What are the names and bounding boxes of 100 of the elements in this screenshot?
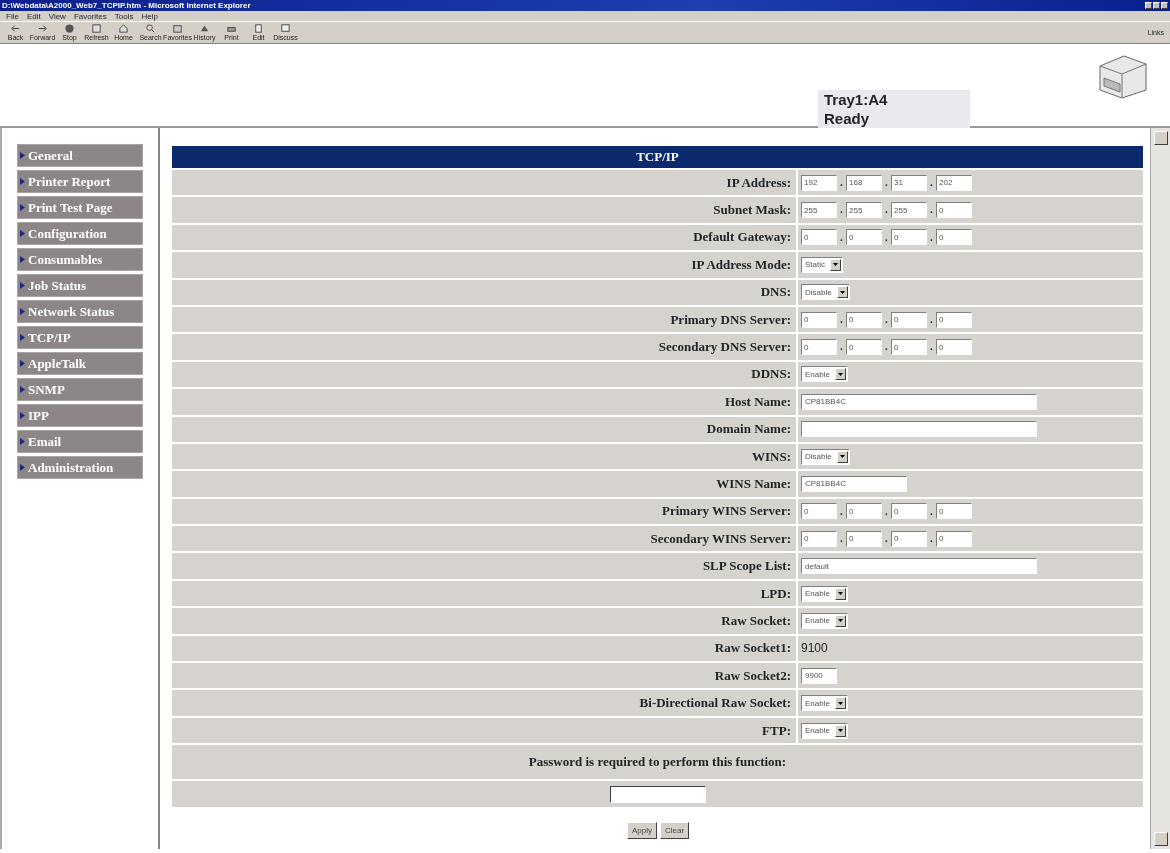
text-field[interactable]: 9900: [801, 667, 837, 684]
field-label: Secondary DNS Server:: [172, 334, 798, 360]
octet-field[interactable]: 0: [936, 311, 972, 328]
octet-separator: .: [929, 313, 934, 325]
octet-separator: .: [839, 176, 844, 188]
octet-separator: .: [839, 532, 844, 544]
minimize-button[interactable]: [1145, 2, 1152, 9]
octet-field[interactable]: 0: [891, 530, 927, 547]
octet-field[interactable]: 0: [936, 503, 972, 520]
octet-field[interactable]: 255: [891, 202, 927, 219]
octet-field[interactable]: 0: [936, 202, 972, 219]
triangle-icon: [20, 204, 25, 211]
octet-field[interactable]: 31: [891, 174, 927, 191]
caret-icon: [837, 372, 843, 376]
sidebar-item[interactable]: Job Status: [17, 274, 143, 297]
maximize-button[interactable]: [1153, 2, 1160, 9]
form-button[interactable]: Clear: [659, 822, 690, 840]
field-label: Secondary WINS Server:: [172, 526, 798, 552]
octet-field[interactable]: 192: [801, 174, 837, 191]
menu-item[interactable]: Edit: [26, 11, 41, 21]
form-button[interactable]: Apply: [626, 822, 657, 840]
octet-field[interactable]: 0: [801, 339, 837, 356]
text-field[interactable]: [801, 421, 1037, 438]
form-title: TCP/IP: [172, 146, 1143, 168]
octet-field[interactable]: 0: [846, 311, 882, 328]
sidebar-item[interactable]: AppleTalk: [17, 352, 143, 375]
octet-field[interactable]: 0: [801, 530, 837, 547]
dropdown[interactable]: Disable: [801, 448, 850, 465]
sidebar-item[interactable]: Configuration: [17, 222, 143, 245]
octet-separator: .: [839, 204, 844, 216]
password-field[interactable]: [609, 785, 706, 803]
field-label: Default Gateway:: [172, 224, 798, 251]
text-field[interactable]: CP81BB4C: [801, 476, 907, 492]
octet-separator: .: [929, 176, 934, 188]
close-button[interactable]: [1161, 2, 1168, 9]
dropdown[interactable]: Enable: [801, 722, 848, 739]
sidebar-item[interactable]: SNMP: [17, 378, 143, 401]
octet-field[interactable]: 0: [936, 339, 972, 356]
dropdown[interactable]: Enable: [801, 366, 848, 383]
octet-field[interactable]: 0: [801, 503, 837, 520]
field-label: WINS Name:: [172, 471, 798, 497]
dropdown[interactable]: Disable: [801, 284, 850, 301]
octet-field[interactable]: 0: [846, 339, 882, 356]
caret-icon: [837, 592, 843, 596]
octet-field[interactable]: 0: [801, 229, 837, 246]
octet-field[interactable]: 168: [846, 174, 882, 191]
vertical-scrollbar[interactable]: [1150, 128, 1170, 849]
menu-item[interactable]: Tools: [114, 11, 134, 21]
dropdown[interactable]: Enable: [801, 612, 848, 629]
octet-separator: .: [884, 341, 889, 353]
dropdown[interactable]: Enable: [801, 585, 848, 602]
password-prompt: Password is required to perform this function:: [528, 754, 787, 770]
octet-field[interactable]: 255: [846, 202, 882, 219]
sidebar-item[interactable]: Consumables: [17, 248, 143, 271]
sidebar-item[interactable]: Administration: [17, 456, 143, 479]
octet-field[interactable]: 0: [846, 530, 882, 547]
field-label: DNS:: [172, 279, 798, 305]
menu-item[interactable]: Favorites: [73, 11, 107, 21]
octet-field[interactable]: 0: [846, 503, 882, 520]
field-label: IP Address Mode:: [172, 252, 798, 278]
octet-field[interactable]: 255: [801, 202, 837, 219]
dropdown[interactable]: Enable: [801, 695, 848, 712]
triangle-icon: [20, 334, 25, 341]
sidebar-item[interactable]: Printer Report: [17, 170, 143, 193]
field-value: 9100: [801, 641, 828, 656]
field-label: IP Address:: [172, 170, 798, 196]
triangle-icon: [20, 230, 25, 237]
sidebar-item[interactable]: IPP: [17, 404, 143, 427]
octet-field[interactable]: 0: [936, 530, 972, 547]
octet-field[interactable]: 0: [891, 229, 927, 246]
octet-field[interactable]: 0: [936, 229, 972, 246]
text-field[interactable]: default: [801, 558, 1037, 575]
triangle-icon: [20, 386, 25, 393]
document-icon: [253, 23, 264, 34]
sidebar-item[interactable]: Print Test Page: [17, 196, 143, 219]
sidebar-item[interactable]: TCP/IP: [17, 326, 143, 349]
search-icon: [145, 23, 156, 34]
sidebar-item[interactable]: General: [17, 144, 143, 167]
triangle-icon: [20, 282, 25, 289]
octet-field[interactable]: 0: [891, 503, 927, 520]
sidebar-item[interactable]: Network Status: [17, 300, 143, 323]
field-label: Domain Name:: [172, 416, 798, 442]
field-label: Subnet Mask:: [172, 197, 798, 223]
octet-separator: .: [929, 204, 934, 216]
octet-field[interactable]: 0: [891, 339, 927, 356]
triangle-icon: [20, 308, 25, 315]
octet-field[interactable]: 0: [801, 311, 837, 328]
octet-separator: .: [929, 532, 934, 544]
octet-field[interactable]: 0: [846, 229, 882, 246]
octet-field[interactable]: 0: [891, 311, 927, 328]
menu-item[interactable]: View: [48, 11, 66, 21]
menu-item[interactable]: File: [6, 11, 19, 21]
octet-field[interactable]: 202: [936, 174, 972, 191]
sidebar-item[interactable]: Email: [17, 430, 143, 453]
octet-separator: .: [929, 231, 934, 243]
field-label: Bi-Directional Raw Socket:: [172, 690, 798, 716]
field-label: FTP:: [172, 717, 798, 744]
text-field[interactable]: CP81BB4C: [801, 393, 1037, 410]
dropdown[interactable]: Static: [801, 256, 843, 273]
menu-item[interactable]: Help: [141, 11, 158, 21]
